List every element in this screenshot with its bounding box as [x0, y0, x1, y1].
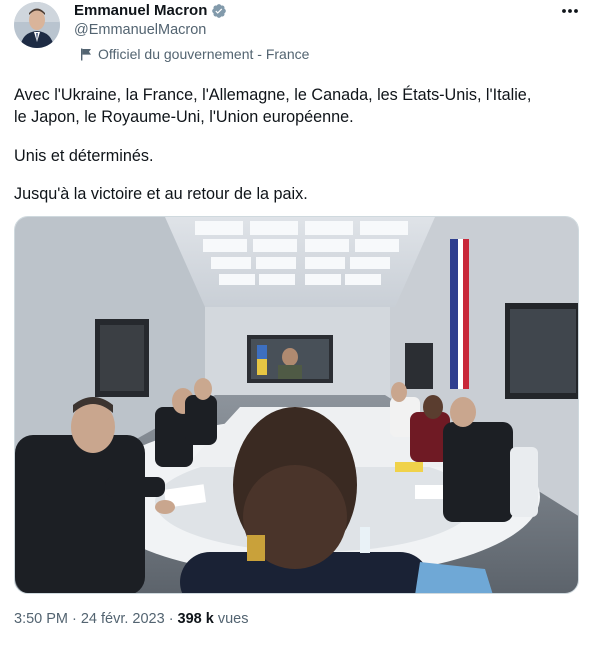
tweet-text-line: Avec l'Ukraine, la France, l'Allemagne, … [14, 86, 532, 104]
verified-badge-icon [212, 3, 227, 18]
tweet-time[interactable]: 3:50 PM [14, 611, 68, 627]
author-display-name[interactable]: Emmanuel Macron [74, 2, 207, 19]
more-options-button[interactable] [556, 0, 584, 22]
tweet-text-line: Unis et déterminés. [14, 147, 154, 165]
tweet-text: Avec l'Ukraine, la France, l'Allemagne, … [14, 84, 584, 128]
views-label: vues [217, 611, 249, 627]
government-affiliation: Officiel du gouvernement - France [80, 46, 309, 62]
tweet-text-line: Jusqu'à la victoire et au retour de la p… [14, 185, 308, 203]
meeting-room-photo [15, 217, 578, 593]
tweet-date[interactable]: 24 févr. 2023 [81, 611, 165, 627]
flag-icon [81, 48, 91, 60]
avatar[interactable] [14, 2, 60, 48]
views-count: 398 k [177, 611, 214, 627]
tweet-text-line: le Japon, le Royaume-Uni, l'Union europé… [14, 108, 354, 126]
affiliation-label: Officiel du gouvernement - France [98, 46, 310, 62]
more-dots-icon [562, 9, 578, 13]
meta-separator: · [168, 611, 174, 627]
tweet-card: Emmanuel Macron @EmmanuelMacron Officiel… [0, 0, 594, 646]
author-handle[interactable]: @EmmanuelMacron [74, 22, 206, 38]
avatar-photo-icon [14, 2, 60, 48]
tweet-meta: 3:50 PM · 24 févr. 2023 · 398 k vues [14, 611, 248, 627]
meta-separator: · [72, 611, 77, 627]
author-name-row: Emmanuel Macron [74, 2, 227, 19]
tweet-photo[interactable] [14, 216, 579, 594]
